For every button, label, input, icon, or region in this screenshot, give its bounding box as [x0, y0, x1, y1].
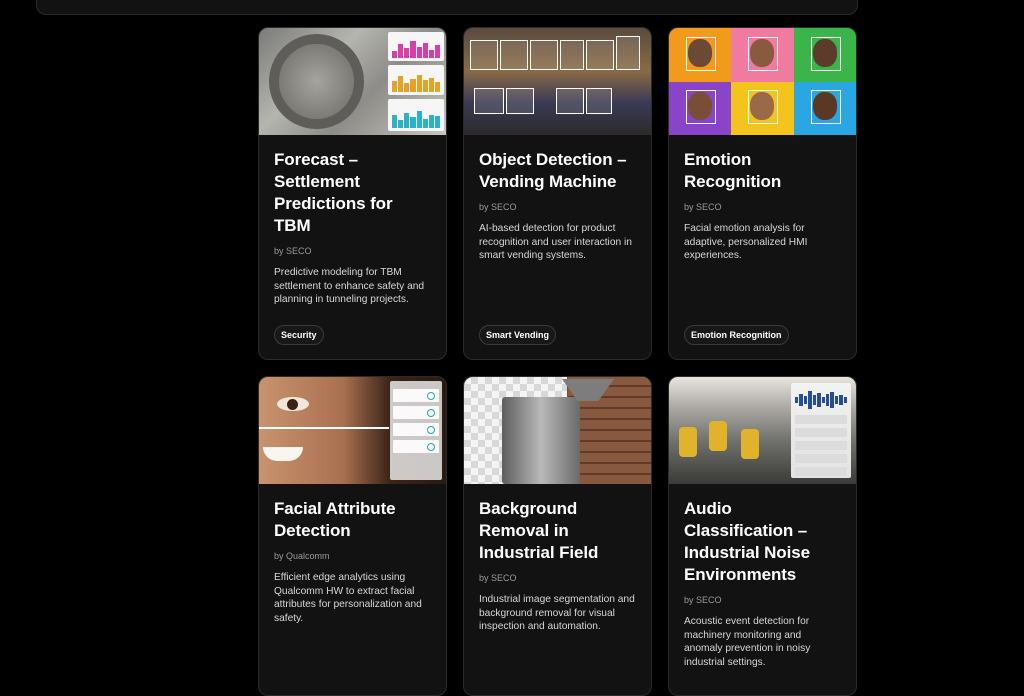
model-card-background-removal[interactable]: Background Removal in Industrial Field b…: [463, 376, 652, 696]
face-analysis-icon: [259, 377, 446, 484]
card-title[interactable]: Facial Attribute Detection: [274, 498, 431, 542]
background-removal-icon: [464, 377, 651, 484]
model-card-audio-classification[interactable]: Audio Classification – Industrial Noise …: [668, 376, 857, 696]
model-card-grid: Forecast – Settlement Predictions for TB…: [258, 27, 857, 696]
card-author: by SECO: [274, 246, 312, 256]
card-author: by SECO: [684, 595, 722, 605]
model-card-facial-attribute[interactable]: Facial Attribute Detection by Qualcomm E…: [258, 376, 447, 696]
audio-waveform-icon: [669, 377, 856, 484]
vending-detection-icon: [464, 28, 651, 135]
card-description: AI-based detection for product recogniti…: [479, 223, 632, 262]
card-description: Efficient edge analytics using Qualcomm …: [274, 572, 422, 624]
card-author: by SECO: [479, 202, 517, 212]
card-description: Industrial image segmentation and backgr…: [479, 594, 635, 633]
card-title[interactable]: Forecast – Settlement Predictions for TB…: [274, 149, 431, 237]
card-title[interactable]: Emotion Recognition: [684, 149, 841, 193]
card-author: by SECO: [684, 202, 722, 212]
card-author: by Qualcomm: [274, 551, 330, 561]
model-card-tbm-forecast[interactable]: Forecast – Settlement Predictions for TB…: [258, 27, 447, 360]
top-header-panel: [36, 0, 858, 15]
card-description: Facial emotion analysis for adaptive, pe…: [684, 223, 808, 262]
category-tag[interactable]: Security: [274, 325, 324, 345]
card-description: Acoustic event detection for machinery m…: [684, 616, 811, 668]
card-title[interactable]: Audio Classification – Industrial Noise …: [684, 498, 841, 586]
model-card-vending-detection[interactable]: Object Detection – Vending Machine by SE…: [463, 27, 652, 360]
category-tag[interactable]: Emotion Recognition: [684, 325, 789, 345]
card-title[interactable]: Object Detection – Vending Machine: [479, 149, 636, 193]
card-author: by SECO: [479, 573, 517, 583]
model-card-emotion-recognition[interactable]: Emotion Recognition by SECO Facial emoti…: [668, 27, 857, 360]
category-tag[interactable]: Smart Vending: [479, 325, 557, 345]
emotion-faces-icon: [669, 28, 856, 135]
tbm-settlement-chart-icon: [259, 28, 446, 135]
card-title[interactable]: Background Removal in Industrial Field: [479, 498, 636, 564]
card-description: Predictive modeling for TBM settlement t…: [274, 267, 425, 306]
